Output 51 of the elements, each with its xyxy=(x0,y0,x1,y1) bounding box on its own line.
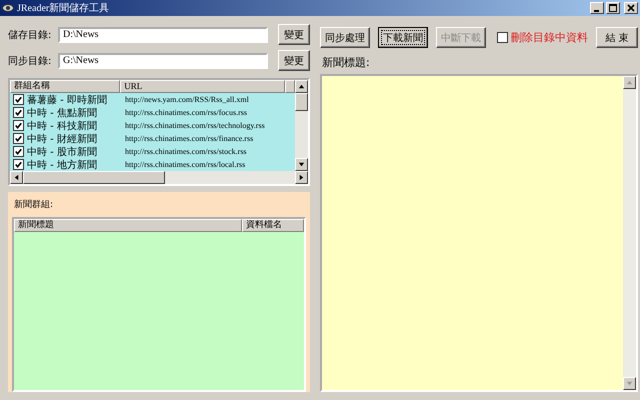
up-arrow-icon xyxy=(298,83,306,90)
change-button[interactable]: 變更 xyxy=(278,24,310,45)
close-button[interactable] xyxy=(624,2,638,14)
column-header[interactable]: 群組名稱 xyxy=(10,80,120,93)
action-button[interactable]: 下載新聞 xyxy=(378,27,428,48)
scrollbar-thumb[interactable] xyxy=(295,93,308,111)
feed-name: 中時 - 焦點新聞 xyxy=(27,106,98,120)
feed-url: http://rss.chinatimes.com/rss/focus.rss xyxy=(125,108,247,117)
column-header[interactable]: URL xyxy=(120,80,286,93)
path-label: 儲存目錄: xyxy=(8,28,52,42)
feed-name: 中時 - 科技新聞 xyxy=(27,120,98,132)
exit-button[interactable]: 結 束 xyxy=(596,27,638,48)
path-field[interactable]: G:\News xyxy=(58,52,268,68)
path-field[interactable]: D:\News xyxy=(58,26,268,42)
checkbox[interactable] xyxy=(13,159,24,170)
feed-name: 中時 - 地方新聞 xyxy=(27,158,98,172)
checkbox[interactable] xyxy=(13,133,24,144)
news-title-label: 新聞標題: xyxy=(322,55,371,70)
feed-url: http://rss.chinatimes.com/rss/finance.rss xyxy=(125,134,254,143)
checkbox[interactable] xyxy=(13,146,24,157)
vertical-scrollbar[interactable] xyxy=(295,93,308,171)
right-arrow-icon xyxy=(298,174,305,181)
scrollbar-thumb[interactable] xyxy=(23,171,165,184)
close-icon xyxy=(627,4,635,12)
column-header[interactable] xyxy=(285,80,296,93)
minimize-button[interactable] xyxy=(590,2,604,14)
feed-url: http://rss.chinatimes.com/rss/local.rss xyxy=(125,160,246,169)
feed-name: 中時 - 股市新聞 xyxy=(27,146,98,158)
left-arrow-icon xyxy=(13,174,20,181)
change-button[interactable]: 變更 xyxy=(278,50,310,71)
feed-url: http://rss.chinatimes.com/rss/technology.rss xyxy=(125,121,265,130)
maximize-icon xyxy=(609,4,617,12)
feed-name: 蕃薯藤 - 即時新聞 xyxy=(27,94,108,106)
checkbox[interactable] xyxy=(13,120,24,131)
feed-name: 中時 - 財經新聞 xyxy=(27,132,98,146)
maximize-button[interactable] xyxy=(606,2,620,14)
scroll-up-button[interactable] xyxy=(295,80,308,93)
app-icon xyxy=(2,2,14,14)
group-label: 新聞群組: xyxy=(14,198,54,211)
checkbox[interactable] xyxy=(497,32,508,43)
feed-url: http://news.yam.com/RSS/Rss_all.xml xyxy=(125,95,249,104)
feed-url: http://rss.chinatimes.com/rss/stock.rss xyxy=(125,147,247,156)
down-arrow-icon xyxy=(298,161,305,168)
down-arrow-icon xyxy=(626,380,633,387)
up-arrow-icon xyxy=(626,79,633,86)
horizontal-scrollbar[interactable] xyxy=(10,171,308,184)
checkbox[interactable] xyxy=(13,94,24,105)
window-title: JReader新聞儲存工具 xyxy=(17,2,110,15)
checkbox[interactable] xyxy=(13,107,24,118)
action-button[interactable]: 同步處理 xyxy=(320,27,370,48)
path-label: 同步目錄: xyxy=(8,54,52,68)
